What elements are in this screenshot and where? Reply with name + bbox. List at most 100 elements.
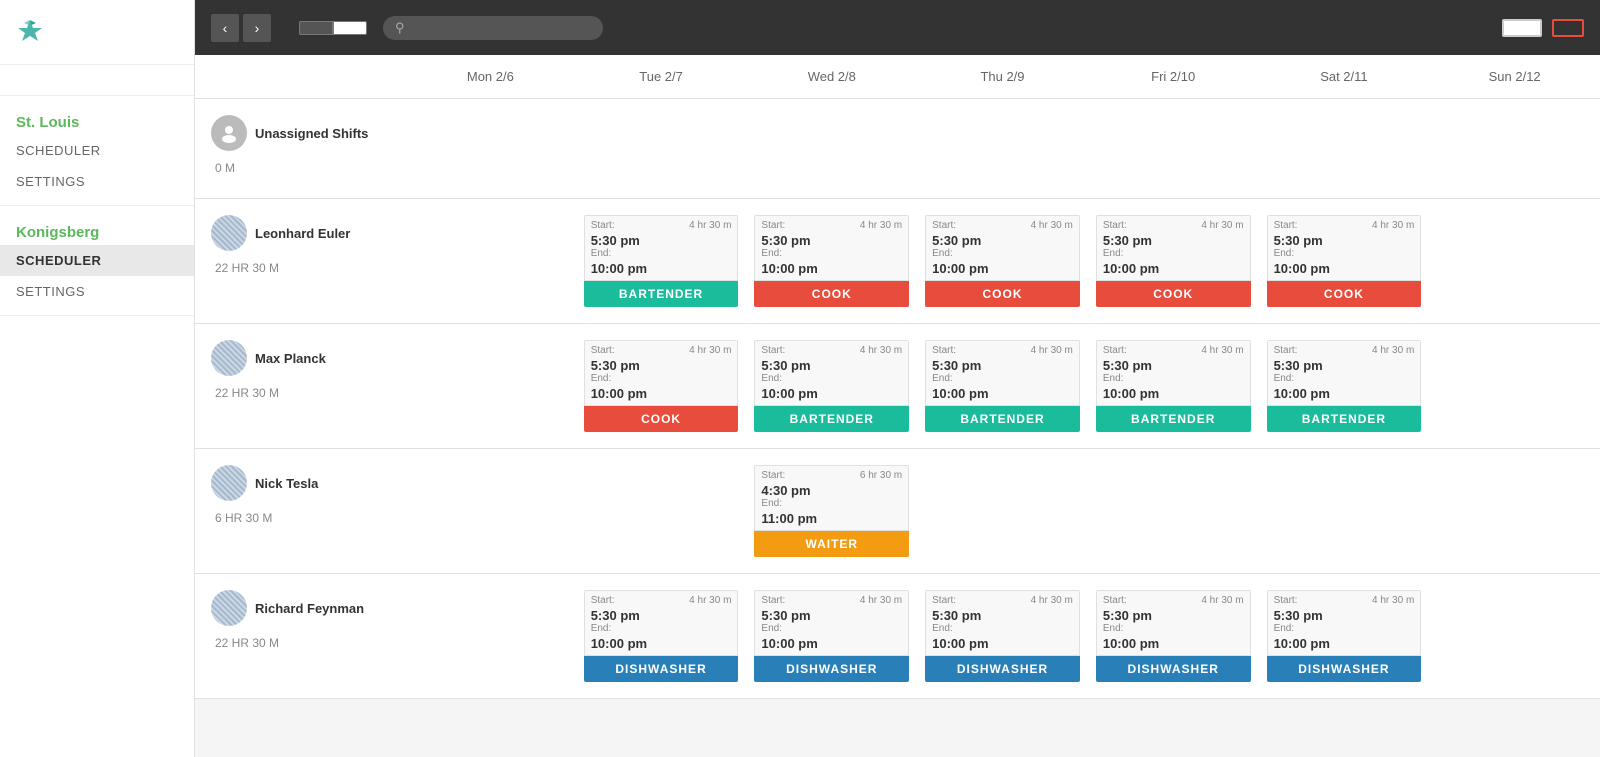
shift-info-row-end: End: bbox=[932, 373, 1073, 384]
start-label: Start: bbox=[932, 595, 956, 606]
shift-info-row-end: End: bbox=[761, 373, 902, 384]
avatar bbox=[211, 115, 247, 151]
shift-info-row-start: Start:4 hr 30 m bbox=[1274, 345, 1415, 356]
shift-card[interactable]: Start:4 hr 30 m5:30 pmEnd:10:00 pmBARTEN… bbox=[584, 215, 739, 307]
main-content: ‹ › ⚲ Mon 2/6Tue 2/7Wed 2/8Thu 2/9Fri 2/… bbox=[195, 0, 1600, 757]
shift-info-row-start: Start:4 hr 30 m bbox=[591, 595, 732, 606]
start-label: Start: bbox=[591, 220, 615, 231]
shift-role-label[interactable]: DISHWASHER bbox=[584, 656, 739, 682]
shift-role-label[interactable]: WAITER bbox=[754, 531, 909, 557]
shift-role-label[interactable]: COOK bbox=[1267, 281, 1422, 307]
day-header-mon-2-6: Mon 2/6 bbox=[405, 55, 576, 98]
shift-info-row-start: Start:4 hr 30 m bbox=[761, 595, 902, 606]
employee-row: Leonhard Euler22 HR 30 MStart:4 hr 30 m5… bbox=[195, 199, 1600, 324]
logo-icon bbox=[16, 18, 44, 46]
end-label: End: bbox=[761, 373, 782, 384]
shift-role-label[interactable]: BARTENDER bbox=[1096, 406, 1251, 432]
shift-cell-day-3: Start:4 hr 30 m5:30 pmEnd:10:00 pmDISHWA… bbox=[917, 586, 1088, 686]
shift-card[interactable]: Start:4 hr 30 m5:30 pmEnd:10:00 pmBARTEN… bbox=[754, 340, 909, 432]
logo bbox=[0, 0, 194, 65]
shift-card[interactable]: Start:4 hr 30 m5:30 pmEnd:10:00 pmCOOK bbox=[1096, 215, 1251, 307]
shift-end-time: 10:00 pm bbox=[1274, 386, 1415, 401]
sidebar-nav-scheduler-konigsberg[interactable]: SCHEDULER bbox=[0, 245, 194, 276]
shift-role-label[interactable]: BARTENDER bbox=[925, 406, 1080, 432]
shift-end-time: 10:00 pm bbox=[1103, 636, 1244, 651]
job-view-button[interactable] bbox=[333, 21, 367, 35]
shift-role-label[interactable]: DISHWASHER bbox=[1267, 656, 1422, 682]
create-shift-button[interactable] bbox=[1502, 19, 1542, 37]
sidebar-nav-settings-st.-louis[interactable]: SETTINGS bbox=[0, 166, 194, 197]
shift-start-time: 5:30 pm bbox=[932, 608, 1073, 623]
shift-role-label[interactable]: BARTENDER bbox=[584, 281, 739, 307]
end-label: End: bbox=[761, 248, 782, 259]
shift-info-row-end: End: bbox=[761, 623, 902, 634]
shift-card[interactable]: Start:4 hr 30 m5:30 pmEnd:10:00 pmDISHWA… bbox=[754, 590, 909, 682]
shift-role-label[interactable]: COOK bbox=[754, 281, 909, 307]
shift-role-label[interactable]: BARTENDER bbox=[1267, 406, 1422, 432]
sidebar-nav-scheduler-st.-louis[interactable]: SCHEDULER bbox=[0, 135, 194, 166]
shift-start-time: 5:30 pm bbox=[932, 358, 1073, 373]
sidebar-nav-settings-konigsberg[interactable]: SETTINGS bbox=[0, 276, 194, 307]
shift-info: Start:4 hr 30 m5:30 pmEnd:10:00 pm bbox=[925, 590, 1080, 656]
prev-week-button[interactable]: ‹ bbox=[211, 14, 239, 42]
shift-card[interactable]: Start:4 hr 30 m5:30 pmEnd:10:00 pmCOOK bbox=[754, 215, 909, 307]
end-label: End: bbox=[1274, 623, 1295, 634]
shift-info: Start:4 hr 30 m5:30 pmEnd:10:00 pm bbox=[584, 590, 739, 656]
shift-card[interactable]: Start:4 hr 30 m5:30 pmEnd:10:00 pmCOOK bbox=[1267, 215, 1422, 307]
day-header-fri-2-10: Fri 2/10 bbox=[1088, 55, 1259, 98]
start-label: Start: bbox=[932, 220, 956, 231]
shift-card[interactable]: Start:4 hr 30 m5:30 pmEnd:10:00 pmDISHWA… bbox=[1096, 590, 1251, 682]
shift-info: Start:4 hr 30 m5:30 pmEnd:10:00 pm bbox=[584, 215, 739, 281]
shift-info-row-end: End: bbox=[591, 373, 732, 384]
shift-card[interactable]: Start:4 hr 30 m5:30 pmEnd:10:00 pmDISHWA… bbox=[1267, 590, 1422, 682]
shift-card[interactable]: Start:6 hr 30 m4:30 pmEnd:11:00 pmWAITER bbox=[754, 465, 909, 557]
shift-cell-day-2: Start:6 hr 30 m4:30 pmEnd:11:00 pmWAITER bbox=[746, 461, 917, 561]
shift-cell-day-3: Start:4 hr 30 m5:30 pmEnd:10:00 pmCOOK bbox=[917, 211, 1088, 311]
shift-card[interactable]: Start:4 hr 30 m5:30 pmEnd:10:00 pmCOOK bbox=[925, 215, 1080, 307]
shift-start-time: 5:30 pm bbox=[1103, 608, 1244, 623]
shift-card[interactable]: Start:4 hr 30 m 5:30 pmEnd: 10:00 pm BARTEN… bbox=[1267, 340, 1422, 432]
shift-info: Start:4 hr 30 m5:30 pmEnd:10:00 pm bbox=[584, 340, 739, 406]
employee-row: Max Planck22 HR 30 MStart:4 hr 30 m5:30 … bbox=[195, 324, 1600, 449]
shift-role-label[interactable]: DISHWASHER bbox=[925, 656, 1080, 682]
next-week-button[interactable]: › bbox=[243, 14, 271, 42]
shift-info-row-end: End: bbox=[1103, 373, 1244, 384]
shift-card[interactable]: Start:4 hr 30 m5:30 pmEnd:10:00 pmBARTEN… bbox=[925, 340, 1080, 432]
shift-info-row-end: End: bbox=[591, 623, 732, 634]
shift-role-label[interactable]: COOK bbox=[584, 406, 739, 432]
shift-start-time: 5:30 pm bbox=[1274, 358, 1415, 373]
employee-name: Unassigned Shifts bbox=[255, 126, 368, 141]
shift-card[interactable]: Start:4 hr 30 m5:30 pmEnd:10:00 pmDISHWA… bbox=[584, 590, 739, 682]
shift-cell-day-6 bbox=[1429, 336, 1600, 436]
search-input[interactable] bbox=[411, 20, 591, 35]
shift-info-row-start: Start:4 hr 30 m bbox=[1274, 220, 1415, 231]
shift-card[interactable]: Start:4 hr 30 m5:30 pmEnd:10:00 pmDISHWA… bbox=[925, 590, 1080, 682]
shift-duration: 4 hr 30 m bbox=[1372, 220, 1414, 231]
shift-start-time: 5:30 pm bbox=[761, 358, 902, 373]
employee-row: Unassigned Shifts0 M bbox=[195, 99, 1600, 199]
shift-role-label[interactable]: DISHWASHER bbox=[1096, 656, 1251, 682]
unpublish-week-button[interactable] bbox=[1552, 19, 1584, 37]
employee-view-button[interactable] bbox=[299, 21, 333, 35]
shift-cell-day-4 bbox=[1088, 111, 1259, 186]
employee-info-unassigned-shifts: Unassigned Shifts0 M bbox=[195, 111, 405, 186]
start-label: Start: bbox=[932, 345, 956, 356]
end-label: End: bbox=[1103, 373, 1124, 384]
sidebar: St. LouisSCHEDULERSETTINGSKonigsbergSCHE… bbox=[0, 0, 195, 757]
shift-cell-day-4: Start:4 hr 30 m5:30 pmEnd:10:00 pmCOOK bbox=[1088, 211, 1259, 311]
shift-role-label[interactable]: COOK bbox=[1096, 281, 1251, 307]
end-label: End: bbox=[761, 623, 782, 634]
sidebar-location-st.-louis: St. Louis bbox=[0, 104, 194, 135]
shift-cell-day-3: Start:4 hr 30 m5:30 pmEnd:10:00 pmBARTEN… bbox=[917, 336, 1088, 436]
shift-role-label[interactable]: BARTENDER bbox=[754, 406, 909, 432]
shift-card[interactable]: Start:4 hr 30 m5:30 pmEnd:10:00 pmCOOK bbox=[584, 340, 739, 432]
header-spacer bbox=[195, 55, 405, 98]
shift-card[interactable]: Start:4 hr 30 m5:30 pmEnd:10:00 pmBARTEN… bbox=[1096, 340, 1251, 432]
shift-cell-day-6 bbox=[1429, 211, 1600, 311]
shift-cell-day-2 bbox=[746, 111, 917, 186]
shift-info: Start:4 hr 30 m5:30 pmEnd:10:00 pm bbox=[1096, 340, 1251, 406]
shift-role-label[interactable]: DISHWASHER bbox=[754, 656, 909, 682]
end-label: End: bbox=[1274, 373, 1295, 384]
shift-role-label[interactable]: COOK bbox=[925, 281, 1080, 307]
shift-info-row-start: Start:4 hr 30 m bbox=[932, 595, 1073, 606]
